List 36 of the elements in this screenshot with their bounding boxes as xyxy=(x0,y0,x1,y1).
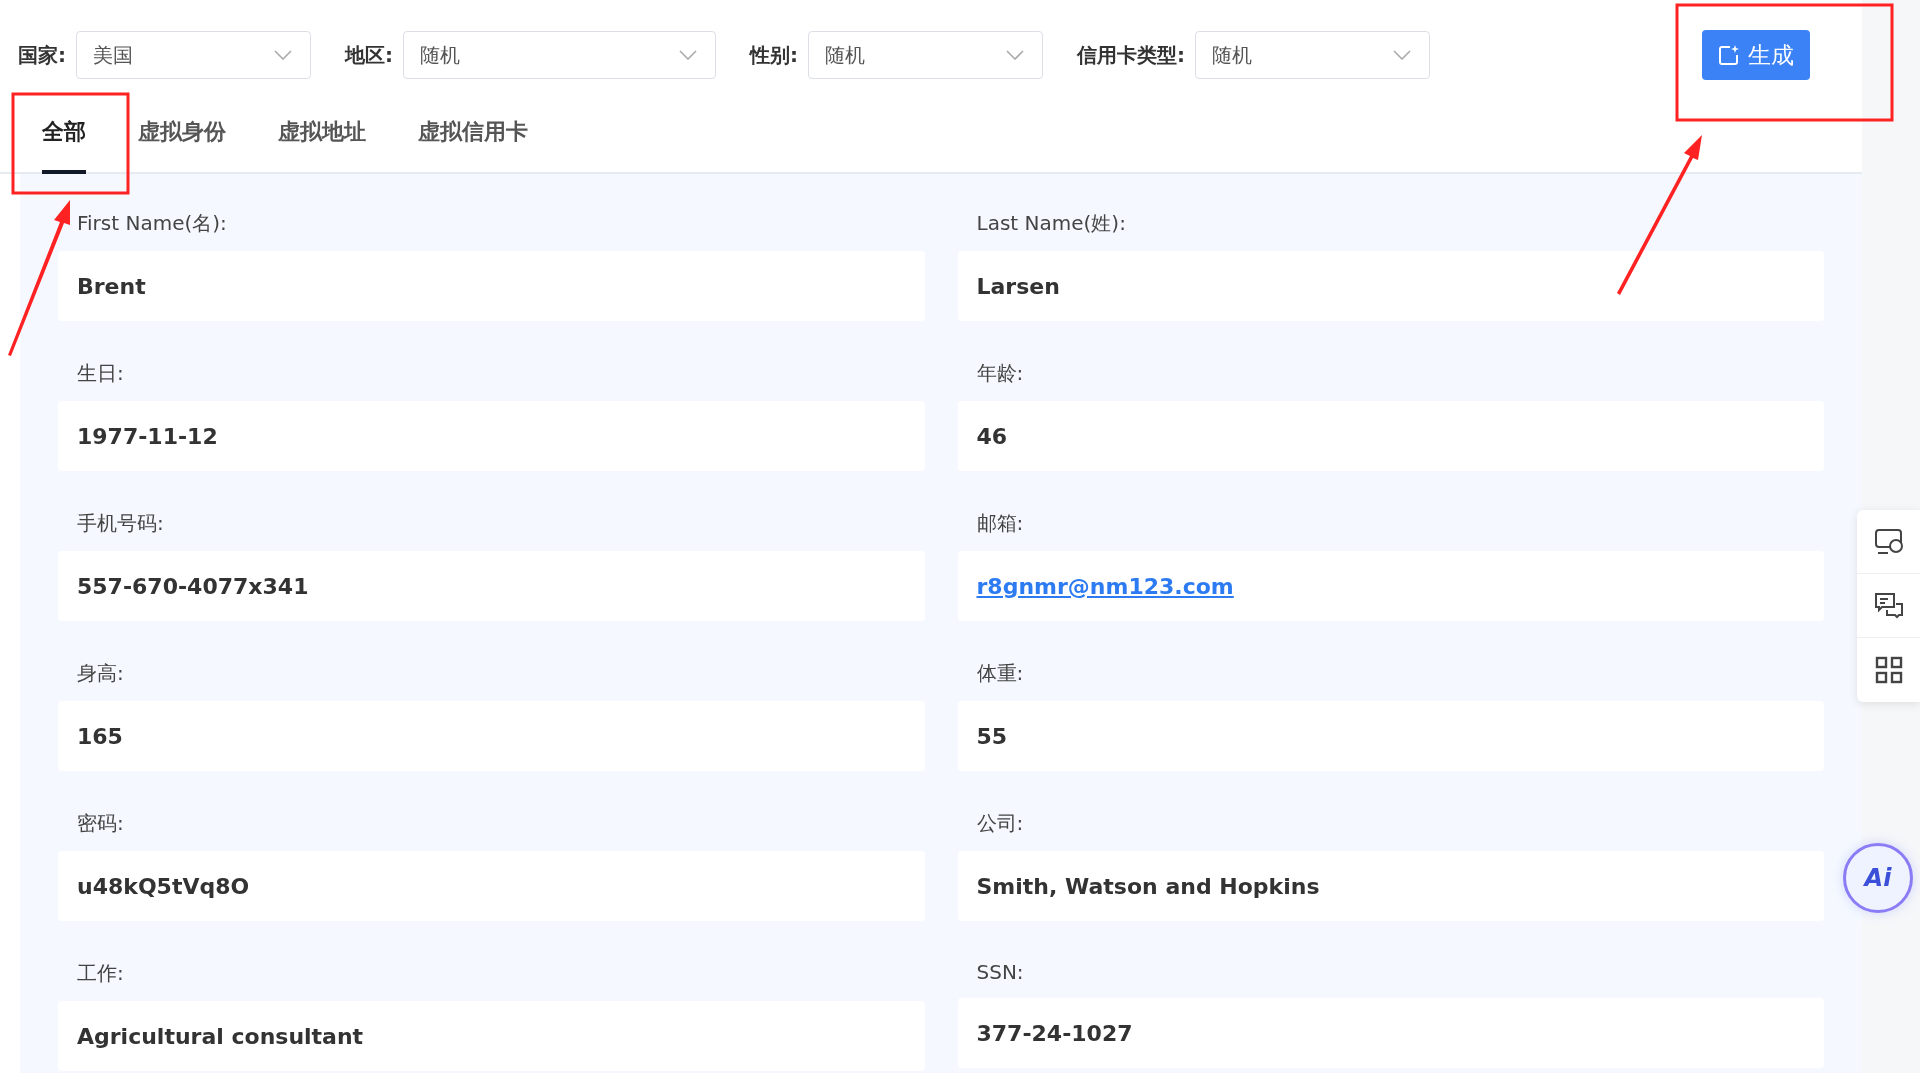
value-field: 165 xyxy=(58,701,925,771)
value-field: Brent xyxy=(58,251,925,321)
tab[interactable]: 虚拟地址 xyxy=(278,110,366,174)
field-label: Last Name(姓): xyxy=(975,210,1127,237)
select-field[interactable]: 美国 xyxy=(76,31,311,79)
value-field: 55 xyxy=(957,701,1824,771)
value-field: 377-24-1027 xyxy=(957,998,1824,1068)
field-label: 密码: xyxy=(76,810,125,837)
field-label: First Name(名): xyxy=(76,210,228,237)
field-label: 年龄: xyxy=(975,360,1025,387)
tab[interactable]: 虚拟信用卡 xyxy=(418,110,528,174)
field-label: 身高: xyxy=(76,660,125,687)
select-field[interactable]: 随机 xyxy=(808,31,1043,79)
filter-label: 国家: xyxy=(18,41,66,69)
tab[interactable]: 虚拟身份 xyxy=(138,110,226,174)
select-field[interactable]: 随机 xyxy=(1195,31,1430,79)
value-field: u48kQ5tVq8O xyxy=(58,851,925,921)
field-label: 生日: xyxy=(76,360,125,387)
value-field: 46 xyxy=(957,401,1824,471)
field-label: SSN: xyxy=(975,959,1025,986)
email-link[interactable]: r8gnmr@nm123.com xyxy=(976,573,1234,599)
value-field: Smith, Watson and Hopkins xyxy=(957,851,1824,921)
filter-label: 地区: xyxy=(345,41,393,69)
filter-label: 性别: xyxy=(750,41,798,69)
field-label: 邮箱: xyxy=(975,510,1025,537)
field-label: 体重: xyxy=(975,660,1025,687)
field-label: 公司: xyxy=(975,810,1025,837)
value-field: Agricultural consultant xyxy=(58,1001,925,1071)
value-field: 557-670-4077x341 xyxy=(58,551,925,621)
value-field: 1977-11-12 xyxy=(58,401,925,471)
field-label: 工作: xyxy=(76,960,125,987)
generate-button[interactable]: 生成 xyxy=(1702,30,1810,80)
filter-label: 信用卡类型: xyxy=(1077,41,1185,69)
field-label: 手机号码: xyxy=(76,510,165,537)
select-field[interactable]: 随机 xyxy=(403,31,716,79)
value-field: Larsen xyxy=(957,251,1824,321)
